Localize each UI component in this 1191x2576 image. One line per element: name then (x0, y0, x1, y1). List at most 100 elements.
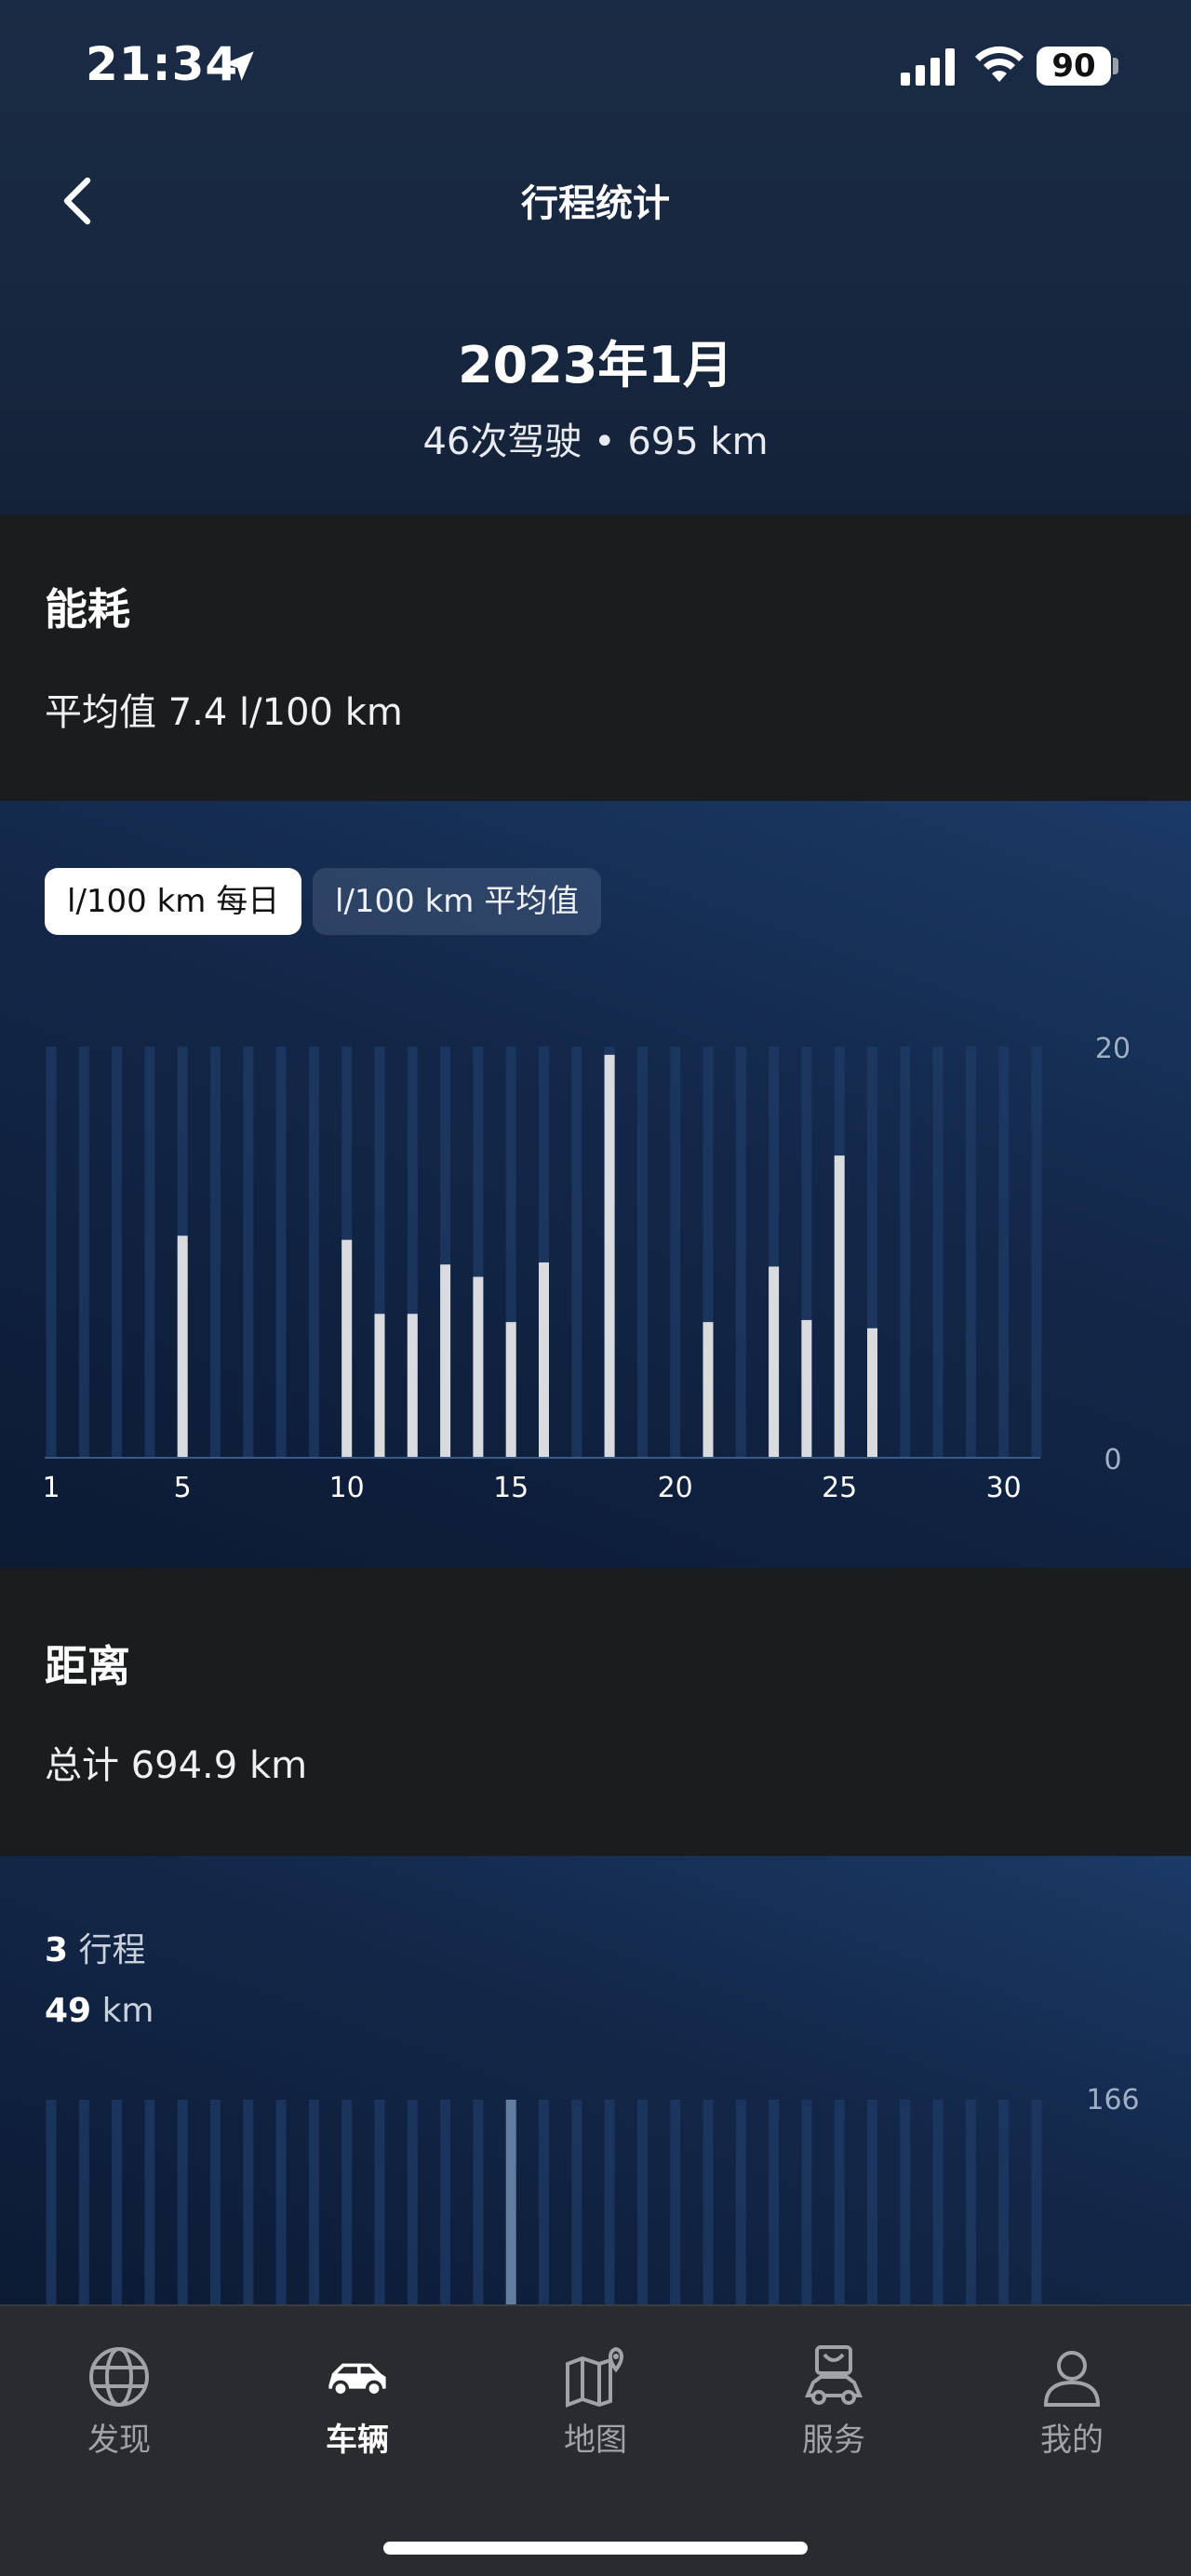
distance-track-26 (867, 2100, 877, 2304)
energy-track-27 (900, 1047, 911, 1458)
energy-bar-16 (539, 1262, 549, 1458)
distance-track-9 (308, 2100, 319, 2304)
distance-track-31 (1031, 2100, 1042, 2304)
distance-track-3 (112, 2100, 123, 2304)
distance-track-8 (275, 2100, 287, 2304)
distance-track-28 (932, 2100, 943, 2304)
distance-track-19 (636, 2100, 648, 2304)
profile-icon (1043, 2351, 1101, 2407)
distance-chart-panel: 3 行程 49 km 166 (0, 1856, 1191, 2304)
energy-track-4 (144, 1047, 155, 1458)
energy-bar-10 (341, 1239, 353, 1458)
energy-bar-21 (703, 1322, 714, 1458)
tab-service-label: 服务 (802, 2422, 865, 2459)
energy-xtick-5: 5 (174, 1472, 192, 1504)
energy-ytick-0: 0 (1104, 1444, 1121, 1476)
tab-profile-label: 我的 (1040, 2422, 1104, 2459)
energy-bar-14 (473, 1276, 484, 1458)
energy-bar-26 (867, 1328, 877, 1458)
tab-discover[interactable]: 发现 (0, 2343, 238, 2460)
distance-track-1 (46, 2100, 57, 2304)
tab-profile[interactable]: 我的 (953, 2343, 1191, 2460)
energy-bar-chart[interactable]: 1 5 10 15 20 25 30200 (0, 801, 1191, 1568)
car-icon (328, 2363, 386, 2397)
distance-track-25 (834, 2100, 845, 2304)
distance-track-30 (998, 2100, 1010, 2304)
energy-track-7 (243, 1047, 254, 1458)
energy-bar-15 (505, 1322, 516, 1458)
energy-track-9 (308, 1047, 319, 1458)
energy-track-6 (210, 1047, 221, 1458)
map-icon (566, 2346, 623, 2408)
status-bar: 21:34 90 (0, 0, 1191, 130)
energy-bar-11 (374, 1314, 385, 1458)
distance-track-2 (78, 2100, 89, 2304)
tab-map-label: 地图 (564, 2422, 627, 2459)
wifi-icon (975, 46, 1024, 82)
energy-track-3 (112, 1047, 123, 1458)
energy-chart-panel: l/100 km 每日 l/100 km 平均值 1 5 10 15 20 25 30 20 0 (0, 801, 1191, 1568)
distance-track-6 (210, 2100, 221, 2304)
energy-xtick-15: 15 (493, 1472, 529, 1504)
energy-track-20 (670, 1047, 681, 1458)
status-time: 21:34 (86, 37, 239, 91)
cellular-signal-icon (901, 48, 955, 86)
energy-track-29 (965, 1047, 976, 1458)
location-arrow-icon (224, 51, 254, 81)
distance-track-27 (900, 2100, 911, 2304)
distance-track-18 (604, 2100, 615, 2304)
distance-track-22 (735, 2100, 746, 2304)
energy-track-31 (1031, 1047, 1042, 1458)
energy-bar-23 (769, 1266, 780, 1458)
home-indicator[interactable] (383, 2542, 808, 2555)
distance-track-7 (243, 2100, 254, 2304)
distance-bar-15 (505, 2100, 516, 2304)
distance-track-24 (801, 2100, 812, 2304)
distance-ytick-166: 166 (1086, 2084, 1139, 2116)
distance-bar-chart[interactable]: 166 (0, 1856, 1191, 2304)
distance-title: 距离 (45, 1641, 130, 1691)
energy-xtick-30: 30 (986, 1472, 1022, 1504)
month-title: 2023年1月 (458, 336, 733, 394)
distance-section: 距离 总计 694.9 km (0, 1568, 1191, 1856)
tab-discover-label: 发现 (87, 2422, 151, 2459)
energy-track-28 (932, 1047, 943, 1458)
energy-xtick-1: 1 (42, 1472, 60, 1504)
distance-track-23 (769, 2100, 780, 2304)
distance-track-10 (341, 2100, 353, 2304)
tab-vehicle[interactable]: 车辆 (238, 2343, 476, 2460)
energy-bar-25 (834, 1155, 845, 1458)
energy-track-8 (275, 1047, 287, 1458)
tab-service[interactable]: 服务 (715, 2343, 953, 2460)
energy-xtick-20: 20 (658, 1472, 693, 1504)
tab-vehicle-label: 车辆 (326, 2422, 389, 2459)
distance-track-13 (440, 2100, 451, 2304)
bottom-tab-bar: 发现 车辆 地图 服务 我的 (0, 2304, 1191, 2576)
distance-track-14 (473, 2100, 484, 2304)
energy-bar-12 (407, 1314, 418, 1458)
energy-track-19 (636, 1047, 648, 1458)
nav-title: 行程统计 (521, 182, 670, 225)
distance-track-17 (571, 2100, 582, 2304)
distance-track-16 (539, 2100, 549, 2304)
energy-track-30 (998, 1047, 1010, 1458)
distance-track-20 (670, 2100, 681, 2304)
energy-bar-5 (177, 1235, 188, 1458)
distance-track-5 (177, 2100, 188, 2304)
tab-map[interactable]: 地图 (476, 2343, 715, 2460)
energy-track-22 (735, 1047, 746, 1458)
month-summary: 46次驾驶 • 695 km (422, 420, 769, 463)
distance-track-4 (144, 2100, 155, 2304)
distance-total: 总计 694.9 km (45, 1744, 308, 1787)
energy-section: 能耗 平均值 7.4 l/100 km (0, 514, 1191, 801)
service-icon (804, 2345, 863, 2405)
energy-bar-13 (440, 1264, 451, 1458)
distance-track-12 (407, 2100, 418, 2304)
energy-ytick-20: 20 (1095, 1033, 1131, 1065)
distance-track-21 (703, 2100, 714, 2304)
header: 21:34 90 行程统计 2023年1月 46次驾驶 • 695 km (0, 0, 1191, 514)
distance-track-11 (374, 2100, 385, 2304)
energy-track-2 (78, 1047, 89, 1458)
energy-average: 平均值 7.4 l/100 km (45, 691, 403, 734)
battery-tip (1113, 58, 1118, 74)
